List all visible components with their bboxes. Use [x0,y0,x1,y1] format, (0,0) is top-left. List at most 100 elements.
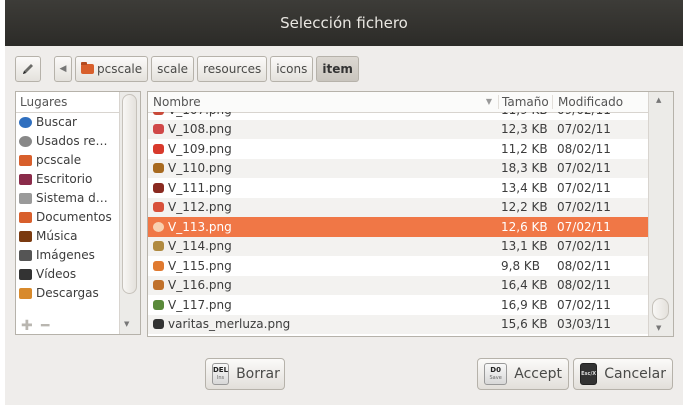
image-file-icon [153,260,164,271]
places-item[interactable]: pcscale [16,151,121,170]
places-item-label: pcscale [36,153,82,167]
file-row[interactable]: V_110.png 18,3 KB 07/02/11 [148,158,648,178]
desktop-icon [19,174,32,185]
save-key-icon: D0 Save [484,363,508,385]
file-row[interactable]: V_107.png 11,9 KB09/02/11 [148,112,648,120]
file-size: 12,6 KB [501,219,548,234]
file-row-selected[interactable]: V_113.png 12,6 KB 07/02/11 [148,217,648,237]
file-modified: 08/02/11 [557,258,611,273]
path-segment-icons[interactable]: icons [270,56,314,82]
file-modified: 08/02/11 [557,278,611,293]
file-row[interactable]: V_114.png 13,1 KB 07/02/11 [148,236,648,256]
file-name-cell: V_113.png [148,220,498,234]
file-name-cell: V_108.png [148,122,498,136]
window-title: Selección fichero [280,14,408,32]
file-modified: 07/02/11 [557,219,611,234]
file-row[interactable]: V_116.png 16,4 KB 08/02/11 [148,275,648,295]
scroll-up-icon[interactable]: ▲ [656,96,661,104]
path-segment-resources[interactable]: resources [197,56,268,82]
places-item-label: Documentos [36,210,112,224]
file-list-scrollbar[interactable]: ▲ ▼ [648,92,673,336]
clock-icon [19,136,32,147]
image-file-icon [153,319,164,330]
file-name-cell: varitas_merluza.png [148,317,498,331]
file-name-cell: V_114.png [148,239,498,253]
file-name: varitas_merluza.png [168,317,291,332]
file-name: V_107.png [168,112,232,117]
home-folder-icon [81,62,94,74]
places-item[interactable]: Música [16,227,121,246]
file-name: V_111.png [168,180,232,195]
image-file-icon [153,221,164,232]
places-item-label: Imágenes [36,248,95,262]
file-modified: 07/02/11 [557,161,611,176]
places-item[interactable]: Buscar [16,113,121,132]
home-folder-icon [19,155,32,166]
places-item[interactable]: Descargas [16,284,121,303]
file-row[interactable]: V_111.png 13,4 KB 07/02/11 [148,178,648,198]
path-segment-item[interactable]: item [316,56,359,82]
file-modified: 08/02/11 [557,141,611,156]
file-size: 11,2 KB [501,141,548,156]
edit-location-button[interactable] [15,56,41,82]
delete-button-label: Borrar [236,366,280,382]
accept-button[interactable]: D0 Save Accept [477,358,569,390]
path-segment-pcscale[interactable]: pcscale [75,56,149,82]
file-name: V_110.png [168,161,232,176]
key-label: D0 [490,366,501,374]
file-list-scroll-thumb[interactable] [652,298,669,320]
path-segment-scale[interactable]: scale [151,56,195,82]
pictures-icon [19,250,32,261]
file-size: 15,6 KB [501,317,548,332]
pencil-icon [23,64,33,74]
column-header-name[interactable]: Nombre ▼ [148,95,498,109]
places-item-label: Descargas [36,286,99,300]
file-rows-viewport: V_107.png 11,9 KB09/02/11 V_108.png 12,3 KB… [148,112,648,336]
column-header-modified[interactable]: Modificado [552,95,642,109]
scroll-down-icon[interactable]: ▼ [656,324,661,332]
documents-icon [19,212,32,223]
file-row[interactable]: V_117.png 16,9 KB 07/02/11 [148,295,648,315]
file-name: V_115.png [168,258,232,273]
places-item[interactable]: Sistema d… [16,189,121,208]
places-scrollbar[interactable]: ▲ ▼ [119,92,140,334]
column-header-size[interactable]: Tamaño [498,95,552,109]
file-row[interactable]: V_109.png 11,2 KB 08/02/11 [148,139,648,159]
places-item[interactable]: Vídeos [16,265,121,284]
places-scroll-thumb[interactable] [122,94,137,294]
file-row[interactable]: V_112.png 12,2 KB 07/02/11 [148,197,648,217]
file-size: 12,2 KB [501,200,548,215]
file-row[interactable]: V_108.png 12,3 KB 07/02/11 [148,119,648,139]
places-item[interactable]: Documentos [16,208,121,227]
delete-button[interactable]: DEL Ins Borrar [205,358,285,390]
path-scroll-left-button[interactable]: ◀ [54,56,72,82]
image-file-icon [153,299,164,310]
places-item-label: Buscar [36,115,77,129]
file-modified: 07/02/11 [557,239,611,254]
file-name: V_109.png [168,141,232,156]
places-item-label: Vídeos [36,267,77,281]
path-segment-label: resources [203,62,262,76]
file-row[interactable]: varitas_merluza.png 15,6 KB 03/03/11 [148,314,648,334]
places-item[interactable]: Imágenes [16,246,121,265]
file-name-cell: V_117.png [148,298,498,312]
add-bookmark-icon[interactable]: ✚ [21,318,33,334]
cancel-button[interactable]: Esc/X Cancelar [573,358,673,390]
videos-icon [19,269,32,280]
file-name: V_114.png [168,239,232,254]
image-file-icon [153,124,164,135]
remove-bookmark-icon[interactable]: ━ [41,318,49,334]
file-name: V_113.png [168,219,232,234]
image-file-icon [153,163,164,174]
scroll-down-icon[interactable]: ▼ [124,320,129,328]
image-file-icon [153,202,164,213]
file-row[interactable]: V_115.png 9,8 KB 08/02/11 [148,256,648,276]
drive-icon [19,193,32,204]
file-name-cell: V_112.png [148,200,498,214]
file-name: V_112.png [168,200,232,215]
file-name-cell: V_107.png [148,112,498,117]
file-modified: 07/02/11 [557,200,611,215]
places-item[interactable]: Usados re… [16,132,121,151]
places-item[interactable]: Escritorio [16,170,121,189]
escape-key-icon: Esc/X [580,363,598,385]
